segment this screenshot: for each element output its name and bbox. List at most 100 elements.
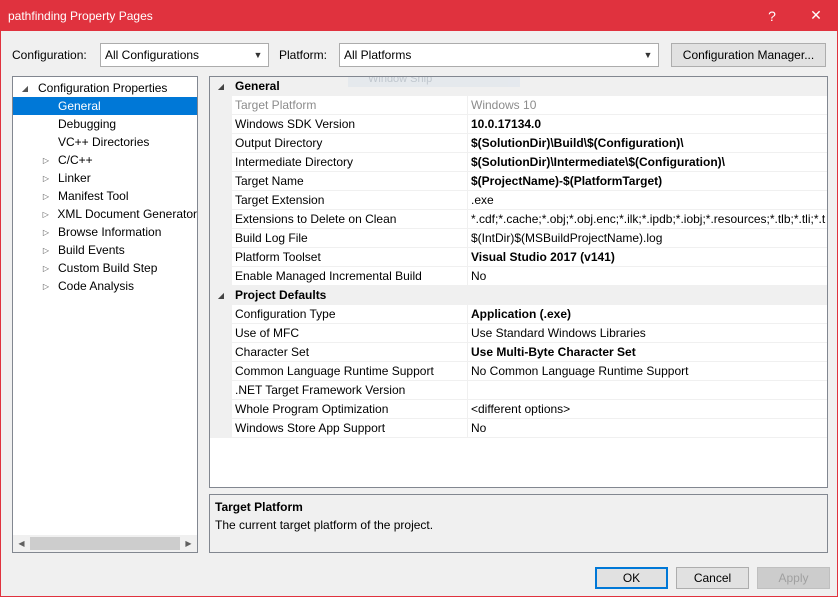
property-value[interactable]: $(IntDir)$(MSBuildProjectName).log [468, 229, 827, 248]
tree-item-debugging[interactable]: Debugging [13, 115, 197, 133]
property-value[interactable] [468, 381, 827, 400]
tree-item-vc-directories[interactable]: VC++ Directories [13, 133, 197, 151]
property-value[interactable]: No [468, 419, 827, 438]
row-gutter [210, 323, 232, 343]
tree-item-code-analysis[interactable]: ▷ Code Analysis [13, 277, 197, 295]
property-row[interactable]: Target Name $(ProjectName)-$(PlatformTarg… [210, 171, 827, 191]
property-value[interactable]: Application (.exe) [468, 305, 827, 324]
property-tree[interactable]: ◢ Configuration Properties General Debugg… [12, 76, 198, 553]
tree-item-label: C/C++ [58, 153, 93, 167]
tree-item-label: Linker [58, 171, 91, 185]
collapsed-arrow-icon[interactable]: ▷ [40, 228, 52, 237]
property-row[interactable]: Extensions to Delete on Clean *.cdf;*.cac… [210, 209, 827, 229]
property-value[interactable]: $(ProjectName)-$(PlatformTarget) [468, 172, 827, 191]
tree-item-label: VC++ Directories [58, 135, 150, 149]
property-row[interactable]: Character Set Use Multi-Byte Character Se… [210, 342, 827, 362]
property-value[interactable]: 10.0.17134.0 [468, 115, 827, 134]
cancel-button[interactable]: Cancel [676, 567, 749, 589]
row-gutter [210, 304, 232, 324]
platform-dropdown[interactable]: All Platforms ▼ [339, 43, 659, 67]
expanded-arrow-icon[interactable]: ◢ [210, 82, 232, 91]
tree-item-label: Debugging [58, 117, 117, 131]
property-row[interactable]: Windows Store App Support No [210, 418, 827, 438]
tree-item-c-c[interactable]: ▷ C/C++ [13, 151, 197, 169]
property-value[interactable]: No [468, 267, 827, 286]
collapsed-arrow-icon[interactable]: ▷ [40, 246, 52, 255]
row-gutter [210, 209, 232, 229]
collapsed-arrow-icon[interactable]: ▷ [40, 282, 52, 291]
row-gutter [210, 361, 232, 381]
property-row[interactable]: Target Extension .exe [210, 190, 827, 210]
collapsed-arrow-icon[interactable]: ▷ [40, 264, 52, 273]
property-row[interactable]: Enable Managed Incremental Build No [210, 266, 827, 286]
window-title: pathfinding Property Pages [8, 8, 153, 23]
property-value[interactable]: Use Multi-Byte Character Set [468, 343, 827, 362]
close-button[interactable]: ✕ [794, 0, 838, 31]
scroll-right-icon[interactable]: ▶ [180, 535, 197, 552]
help-button[interactable]: ? [750, 0, 794, 31]
configuration-toolbar: Configuration: All Configurations ▼ Plat… [0, 43, 838, 67]
description-text: The current target platform of the proje… [215, 518, 434, 532]
tree-item-configuration-properties[interactable]: ◢ Configuration Properties [13, 79, 197, 97]
tree-item-general[interactable]: General [13, 97, 197, 115]
row-gutter [210, 247, 232, 267]
property-row[interactable]: Common Language Runtime Support No Common… [210, 361, 827, 381]
configuration-dropdown-value: All Configurations [105, 48, 200, 62]
property-name: Common Language Runtime Support [232, 361, 468, 381]
property-row[interactable]: Target Platform Windows 10 [210, 95, 827, 115]
tree-item-label: Custom Build Step [58, 261, 158, 275]
title-bar: pathfinding Property Pages ? ✕ [0, 0, 838, 31]
property-value[interactable]: $(SolutionDir)\Intermediate\$(Configurat… [468, 153, 827, 172]
tree-item-browse-information[interactable]: ▷ Browse Information [13, 223, 197, 241]
property-value[interactable]: *.cdf;*.cache;*.obj;*.obj.enc;*.ilk;*.ip… [468, 210, 827, 229]
property-row[interactable]: Configuration Type Application (.exe) [210, 304, 827, 324]
property-value[interactable]: Visual Studio 2017 (v141) [468, 248, 827, 267]
row-gutter [210, 342, 232, 362]
property-row[interactable]: .NET Target Framework Version [210, 380, 827, 400]
row-gutter [210, 228, 232, 248]
ok-button[interactable]: OK [595, 567, 668, 589]
row-gutter [210, 418, 232, 438]
property-value[interactable]: <different options> [468, 400, 827, 419]
property-value[interactable]: Windows 10 [468, 96, 827, 115]
property-row[interactable]: Windows SDK Version 10.0.17134.0 [210, 114, 827, 134]
collapsed-arrow-icon[interactable]: ▷ [40, 156, 52, 165]
property-name: Output Directory [232, 133, 468, 153]
tree-horizontal-scrollbar[interactable]: ◀ ▶ [13, 535, 197, 552]
row-gutter [210, 266, 232, 286]
property-value[interactable]: $(SolutionDir)\Build\$(Configuration)\ [468, 134, 827, 153]
collapsed-arrow-icon[interactable]: ▷ [40, 210, 51, 219]
collapsed-arrow-icon[interactable]: ▷ [40, 192, 52, 201]
tree-item-custom-build-step[interactable]: ▷ Custom Build Step [13, 259, 197, 277]
configuration-manager-button[interactable]: Configuration Manager... [671, 43, 826, 67]
row-gutter [210, 114, 232, 134]
property-row[interactable]: Whole Program Optimization <different opt… [210, 399, 827, 419]
tree-item-label: Code Analysis [58, 279, 135, 293]
property-name: Platform Toolset [232, 247, 468, 267]
property-row[interactable]: Platform Toolset Visual Studio 2017 (v141… [210, 247, 827, 267]
configuration-dropdown[interactable]: All Configurations ▼ [100, 43, 269, 67]
property-value[interactable]: Use Standard Windows Libraries [468, 324, 827, 343]
tree-item-label: XML Document Generator [57, 207, 197, 221]
scroll-left-icon[interactable]: ◀ [13, 535, 30, 552]
expanded-arrow-icon[interactable]: ◢ [210, 291, 232, 300]
property-row[interactable]: Build Log File $(IntDir)$(MSBuildProjectN… [210, 228, 827, 248]
apply-button[interactable]: Apply [757, 567, 830, 589]
tree-item-xml-document-generator[interactable]: ▷ XML Document Generator [13, 205, 197, 223]
property-name: Build Log File [232, 228, 468, 248]
property-value[interactable]: No Common Language Runtime Support [468, 362, 827, 381]
tree-item-manifest-tool[interactable]: ▷ Manifest Tool [13, 187, 197, 205]
collapsed-arrow-icon[interactable]: ▷ [40, 174, 52, 183]
scrollbar-thumb[interactable] [30, 537, 180, 550]
platform-dropdown-value: All Platforms [344, 48, 412, 62]
property-row[interactable]: Use of MFC Use Standard Windows Libraries [210, 323, 827, 343]
property-row[interactable]: Intermediate Directory $(SolutionDir)\Int… [210, 152, 827, 172]
category-project-defaults[interactable]: ◢ Project Defaults [210, 286, 827, 305]
property-row[interactable]: Output Directory $(SolutionDir)\Build\$(C… [210, 133, 827, 153]
chevron-down-icon: ▼ [643, 50, 653, 60]
tree-item-linker[interactable]: ▷ Linker [13, 169, 197, 187]
property-value[interactable]: .exe [468, 191, 827, 210]
tree-item-build-events[interactable]: ▷ Build Events [13, 241, 197, 259]
expanded-arrow-icon[interactable]: ◢ [19, 84, 31, 93]
property-grid[interactable]: ◢ General Target Platform Windows 10 Windows… [209, 76, 828, 488]
